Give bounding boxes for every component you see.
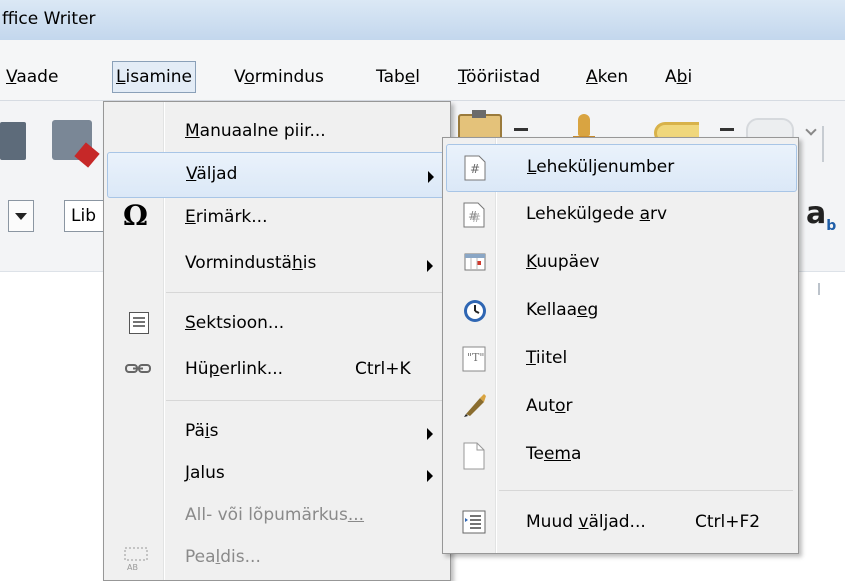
page-number-icon: # [463,155,489,181]
menu-lisamine[interactable]: Lisamine [112,61,196,93]
submenu-arrow-icon [428,171,434,183]
submenu-item-date[interactable]: Kuupäev [446,240,795,286]
menu-separator [166,292,448,293]
omega-icon: Ω [123,199,148,232]
shortcut-text: Ctrl+F2 [695,512,761,532]
menu-item-special-character[interactable]: Ω Erimärk... [107,196,447,240]
menu-item-footer[interactable]: Jalus [107,452,447,496]
menu-item-manual-break[interactable]: Manuaalne piir... [107,110,447,154]
page-count-icon: # # [462,202,488,228]
submenu-item-more-fields[interactable]: Muud väljad... Ctrl+F2 [446,500,795,546]
submenu-item-author[interactable]: Autor [446,384,795,430]
more-fields-icon [462,510,488,536]
menu-item-footnote[interactable]: All- või lõpumärkus... [107,494,447,538]
submenu-arrow-icon [427,470,433,482]
submenu-arrow-icon [427,428,433,440]
shortcut-text: Ctrl+K [355,359,411,379]
svg-text:AB: AB [127,563,138,572]
menu-abi[interactable]: Abi [665,62,692,92]
submenu-item-page-number[interactable]: # Leheküljenumber [446,144,797,192]
chevron-down-icon [15,213,27,220]
menu-item-hyperlink[interactable]: Hüperlink... Ctrl+K [107,348,447,392]
undo-dropdown-icon[interactable] [720,128,734,131]
svg-text:#: # [471,211,481,225]
insert-menu: Manuaalne piir... Väljad Ω Erimärk... Vo… [103,101,451,581]
title-bar: ffice Writer [0,0,845,40]
submenu-arrow-icon [427,260,433,272]
menu-bar: Vaade Lisamine Vormindus Tabel Tööriista… [0,40,845,101]
menu-vaade[interactable]: Vaade [6,62,58,92]
svg-text:"T": "T" [467,351,484,364]
fields-submenu: # Leheküljenumber # # Lehekülgede arv Kuu… [442,137,799,554]
menu-item-header[interactable]: Päis [107,410,447,454]
calendar-icon [464,252,490,278]
menu-tabel[interactable]: Tabel [376,62,420,92]
menu-tooriistad[interactable]: Tööriistad [458,62,540,92]
section-icon [129,312,149,334]
paste-dropdown-icon[interactable] [514,128,528,131]
menu-item-formatting-mark[interactable]: Vormindustähis [107,242,447,286]
menu-separator [499,490,793,491]
window-title: ffice Writer [2,9,96,29]
save-icon[interactable] [0,122,26,160]
submenu-item-subject[interactable]: Teema [446,432,795,478]
submenu-item-page-count[interactable]: # # Lehekülgede arv [446,192,795,238]
menu-vormindus[interactable]: Vormindus [234,62,324,92]
menu-item-caption[interactable]: AB Pealdis... [107,536,447,580]
menu-item-section[interactable]: Sektsioon... [107,302,447,346]
save-as-icon[interactable] [52,120,100,168]
clock-icon [462,298,488,324]
title-icon: "T" [462,346,488,372]
submenu-item-title[interactable]: "T" Tiitel [446,336,795,382]
author-icon [462,392,488,418]
svg-text:#: # [470,162,480,176]
hyperlink-icon [125,360,151,384]
toolbar-separator [822,126,824,162]
caption-icon: AB [123,546,151,572]
subject-icon [462,442,488,470]
style-dropdown-button[interactable] [8,200,34,232]
menu-separator [166,400,448,401]
submenu-item-time[interactable]: Kellaaeg [446,288,795,334]
menu-item-fields[interactable]: Väljad [107,152,449,198]
ruler-tick [818,283,820,295]
character-highlight-icon[interactable]: ab [806,196,845,238]
menu-aken[interactable]: Aken [586,62,628,92]
